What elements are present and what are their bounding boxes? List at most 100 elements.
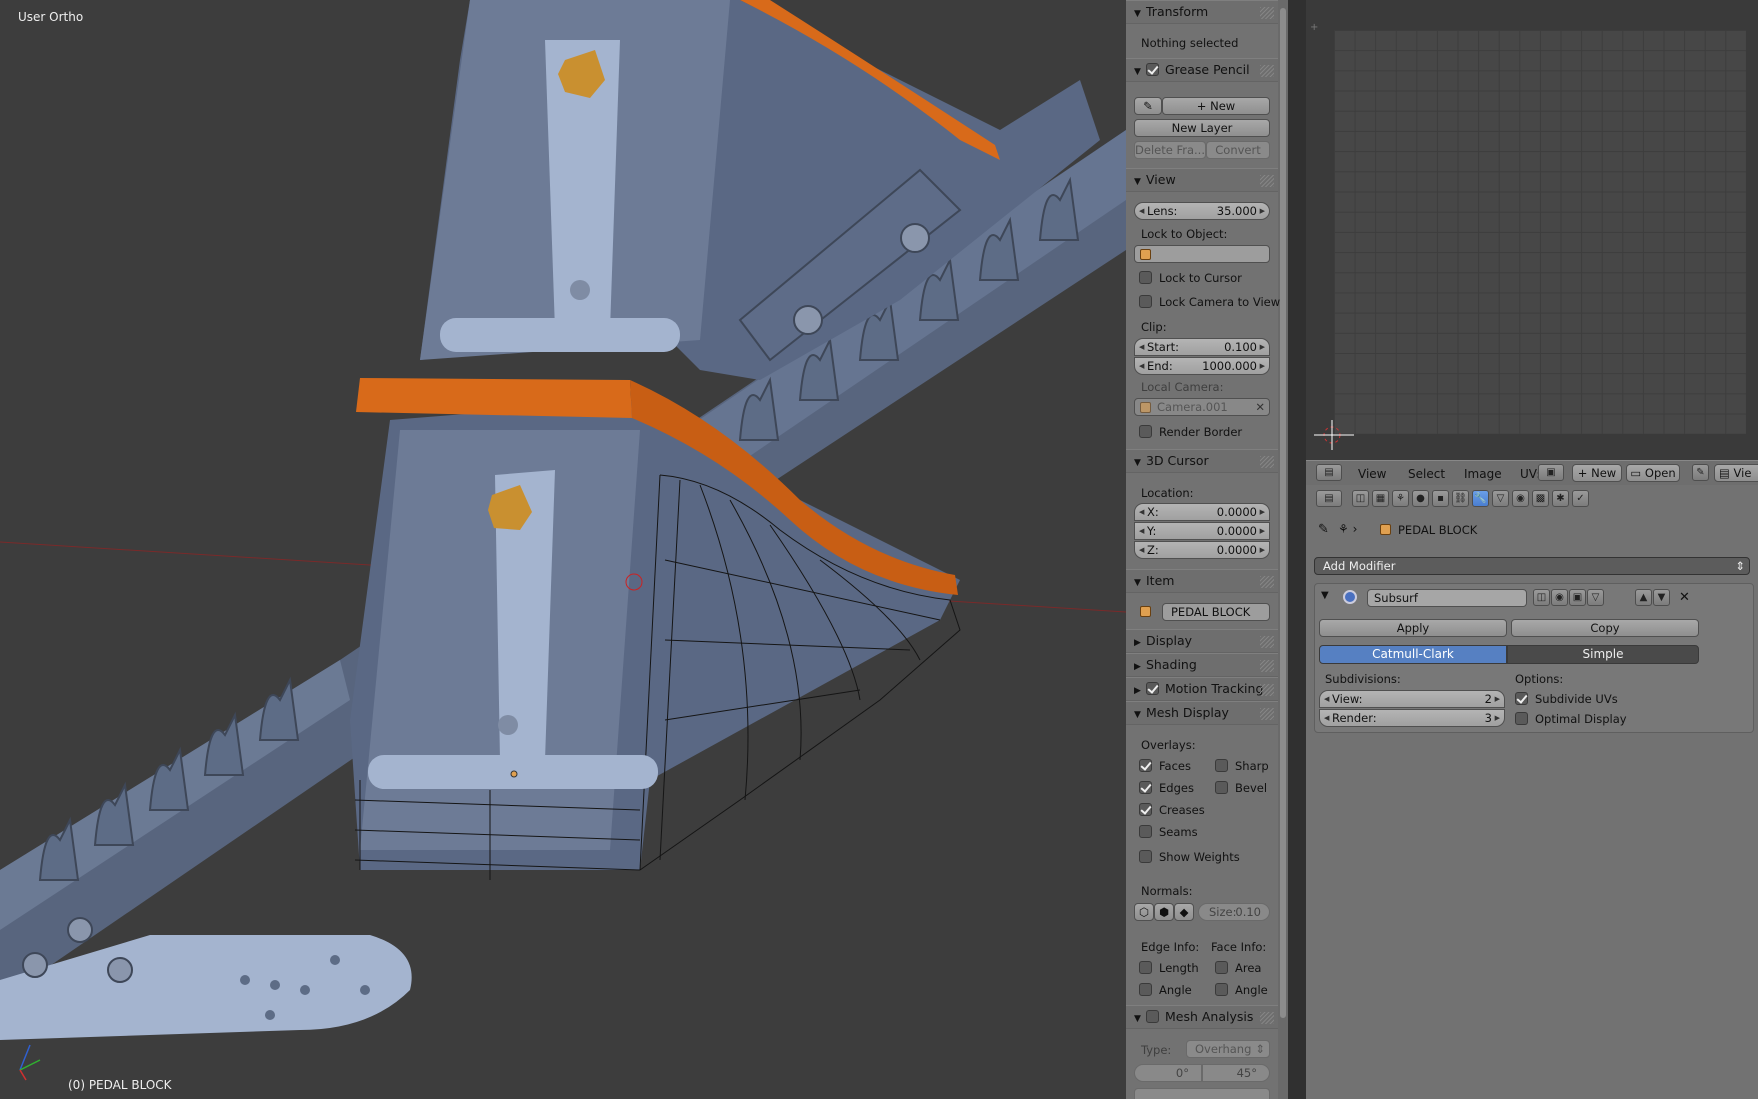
panel-header-3d-cursor[interactable]: ▼ 3D Cursor (1126, 449, 1278, 473)
clip-end-field[interactable]: ◀ End: 1000.000 ▶ (1134, 357, 1270, 375)
delete-frame-button[interactable]: Delete Fra... (1134, 141, 1206, 159)
world-tab-icon[interactable]: ● (1412, 490, 1429, 507)
local-camera-field[interactable]: Camera.001 ✕ (1134, 398, 1270, 416)
face-normal-icon[interactable]: ◆ (1174, 903, 1194, 921)
remove-modifier-icon[interactable]: ✕ (1679, 590, 1690, 605)
editor-type-icon[interactable]: ▤ (1316, 464, 1342, 481)
render-tab-icon[interactable]: ◫ (1352, 490, 1369, 507)
uv-grid[interactable] (1334, 30, 1746, 434)
convert-button[interactable]: Convert (1206, 141, 1270, 159)
move-up-icon[interactable]: ▲ (1635, 589, 1652, 606)
shelf-scrollbar[interactable] (1278, 0, 1288, 1099)
pin-icon[interactable]: ✎ (1692, 464, 1709, 481)
optimal-display-checkbox[interactable] (1515, 712, 1528, 725)
editmode-toggle-icon[interactable]: ▣ (1569, 589, 1586, 606)
area-divider[interactable] (1288, 0, 1306, 1099)
panel-header-shading[interactable]: ▶ Shading (1126, 653, 1278, 677)
cursor-z-field[interactable]: ◀ Z: 0.0000 ▶ (1134, 541, 1270, 559)
analysis-min-field[interactable]: 0° (1134, 1064, 1202, 1082)
panel-header-motion-tracking[interactable]: ▶ Motion Tracking (1126, 677, 1278, 701)
scene-tab-icon[interactable]: ⚘ (1392, 490, 1409, 507)
subdivide-uvs-checkbox[interactable] (1515, 692, 1528, 705)
clip-label: Clip: (1141, 320, 1167, 334)
grease-new-button[interactable]: + New (1162, 97, 1270, 115)
simple-toggle[interactable]: Simple (1507, 645, 1699, 664)
panel-header-item[interactable]: ▼ Item (1126, 569, 1278, 593)
vertex-normal-icon[interactable]: ⬡ (1134, 903, 1154, 921)
panel-header-view[interactable]: ▼ View (1126, 168, 1278, 192)
particles-tab-icon[interactable]: ✱ (1552, 490, 1569, 507)
viewport-toggle-icon[interactable]: ◉ (1551, 589, 1568, 606)
bevel-checkbox[interactable] (1215, 781, 1228, 794)
render-border-checkbox[interactable] (1139, 425, 1152, 438)
axis-buttons[interactable] (1134, 1088, 1270, 1099)
3d-viewport[interactable]: User Ortho (0) PEDAL BLOCK (0, 0, 1126, 1099)
pencil-icon[interactable]: ✎ (1134, 97, 1162, 115)
seams-checkbox[interactable] (1139, 825, 1152, 838)
material-tab-icon[interactable]: ◉ (1512, 490, 1529, 507)
lock-object-field[interactable] (1134, 245, 1270, 263)
uv-image-editor[interactable]: + (1306, 0, 1758, 460)
new-layer-button[interactable]: New Layer (1134, 119, 1270, 137)
face-angle-checkbox[interactable] (1215, 983, 1228, 996)
texture-tab-icon[interactable]: ▩ (1532, 490, 1549, 507)
clear-icon[interactable]: ✕ (1255, 399, 1265, 415)
sharp-checkbox[interactable] (1215, 759, 1228, 772)
panel-header-transform[interactable]: ▼ Transform (1126, 0, 1278, 24)
modifiers-tab-icon[interactable]: 🔧 (1472, 490, 1489, 507)
properties-type-icon[interactable]: ▤ (1316, 490, 1342, 507)
subdiv-render-field[interactable]: ◀ Render: 3 ▶ (1319, 709, 1505, 727)
lock-to-cursor-checkbox[interactable] (1139, 271, 1152, 284)
physics-tab-icon[interactable]: ✓ (1572, 490, 1589, 507)
options-label: Options: (1515, 672, 1564, 686)
cursor-y-field[interactable]: ◀ Y: 0.0000 ▶ (1134, 522, 1270, 540)
add-modifier-select[interactable]: Add Modifier ⇕ (1314, 557, 1750, 575)
collapse-triangle-icon[interactable]: ▼ (1321, 590, 1329, 601)
edge-info-label: Edge Info: (1141, 940, 1200, 954)
render-layers-tab-icon[interactable]: ▦ (1372, 490, 1389, 507)
length-checkbox[interactable] (1139, 961, 1152, 974)
camera-object-icon (1140, 402, 1151, 413)
analysis-max-field[interactable]: 45° (1202, 1064, 1270, 1082)
object-tab-icon[interactable]: ▪ (1432, 490, 1449, 507)
location-label: Location: (1141, 486, 1194, 500)
analysis-type-select[interactable]: Overhang ⇕ (1186, 1040, 1270, 1058)
panel-header-grease-pencil[interactable]: ▼ Grease Pencil (1126, 58, 1278, 82)
cage-toggle-icon[interactable]: ▽ (1587, 589, 1604, 606)
faces-checkbox[interactable] (1139, 759, 1152, 772)
panel-header-mesh-display[interactable]: ▼ Mesh Display (1126, 701, 1278, 725)
panel-header-display[interactable]: ▶ Display (1126, 629, 1278, 653)
open-image-button[interactable]: ▭ Open (1626, 464, 1680, 482)
menu-select[interactable]: Select (1408, 467, 1445, 481)
pin-icon[interactable]: ✎ (1318, 522, 1329, 537)
image-browse-icon[interactable]: ▣ (1538, 464, 1564, 481)
constraints-tab-icon[interactable]: ⛓ (1452, 490, 1469, 507)
panel-header-mesh-analysis[interactable]: ▼ Mesh Analysis (1126, 1005, 1278, 1029)
normal-size-field[interactable]: Size: 0.10 (1198, 903, 1270, 921)
lock-camera-checkbox[interactable] (1139, 295, 1152, 308)
show-weights-checkbox[interactable] (1139, 850, 1152, 863)
lens-field[interactable]: ◀ Lens: 35.000 ▶ (1134, 202, 1270, 220)
object-icon (1380, 524, 1391, 535)
subdiv-view-field[interactable]: ◀ View: 2 ▶ (1319, 690, 1505, 708)
menu-image[interactable]: Image (1464, 467, 1502, 481)
cursor-x-field[interactable]: ◀ X: 0.0000 ▶ (1134, 503, 1270, 521)
loop-normal-icon[interactable]: ⬢ (1154, 903, 1174, 921)
render-toggle-icon[interactable]: ◫ (1533, 589, 1550, 606)
copy-button[interactable]: Copy (1511, 619, 1699, 637)
clip-start-field[interactable]: ◀ Start: 0.100 ▶ (1134, 338, 1270, 356)
data-tab-icon[interactable]: ▽ (1492, 490, 1509, 507)
modifier-name-field[interactable]: Subsurf (1367, 589, 1527, 607)
catmull-clark-toggle[interactable]: Catmull-Clark (1319, 645, 1507, 664)
edges-checkbox[interactable] (1139, 781, 1152, 794)
apply-button[interactable]: Apply (1319, 619, 1507, 637)
creases-checkbox[interactable] (1139, 803, 1152, 816)
move-down-icon[interactable]: ▼ (1653, 589, 1670, 606)
edge-angle-checkbox[interactable] (1139, 983, 1152, 996)
view-mode-select[interactable]: ▤ Vie (1714, 464, 1758, 482)
active-object-label: (0) PEDAL BLOCK (68, 1078, 172, 1092)
new-image-button[interactable]: + New (1572, 464, 1622, 482)
item-name-field[interactable]: PEDAL BLOCK (1162, 603, 1270, 621)
area-checkbox[interactable] (1215, 961, 1228, 974)
menu-view[interactable]: View (1358, 467, 1386, 481)
